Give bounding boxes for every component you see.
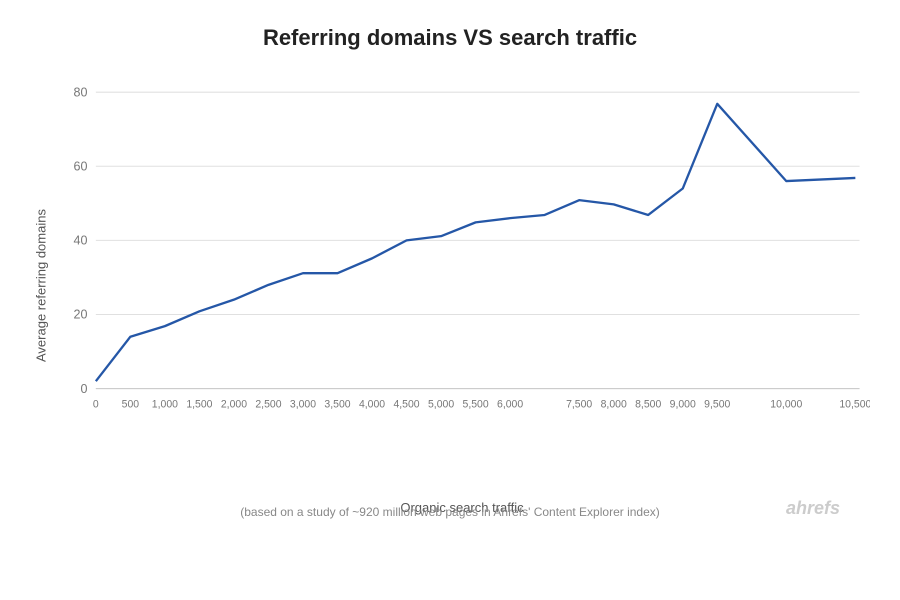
svg-text:500: 500: [122, 399, 140, 411]
footer: (based on a study of ~920 million web pa…: [30, 505, 870, 519]
svg-text:10,500: 10,500: [839, 399, 870, 411]
svg-text:8,000: 8,000: [601, 399, 627, 411]
svg-text:2,500: 2,500: [255, 399, 281, 411]
svg-text:6,000: 6,000: [497, 399, 523, 411]
svg-text:1,500: 1,500: [186, 399, 212, 411]
svg-text:4,000: 4,000: [359, 399, 385, 411]
svg-text:5,000: 5,000: [428, 399, 454, 411]
svg-text:10,000: 10,000: [770, 399, 802, 411]
chart-and-xaxis: 0 20 40 60 80 0 500 1,000 1,500 2,000 2,…: [54, 71, 870, 501]
page-container: Referring domains VS search traffic Aver…: [0, 0, 900, 600]
svg-text:3,000: 3,000: [290, 399, 316, 411]
svg-text:3,500: 3,500: [324, 399, 350, 411]
svg-text:20: 20: [74, 308, 88, 322]
svg-text:0: 0: [81, 382, 88, 396]
y-axis-label: Average referring domains: [30, 71, 52, 501]
chart-wrap: Average referring domains 0 20 40 60 80: [30, 71, 870, 501]
svg-container: 0 20 40 60 80 0 500 1,000 1,500 2,000 2,…: [54, 71, 870, 494]
svg-text:9,500: 9,500: [704, 399, 730, 411]
chart-line: [96, 104, 856, 381]
svg-text:4,500: 4,500: [393, 399, 419, 411]
svg-text:9,000: 9,000: [670, 399, 696, 411]
brand-logo: ahrefs: [786, 498, 840, 519]
svg-text:2,000: 2,000: [221, 399, 247, 411]
svg-text:60: 60: [74, 159, 88, 173]
svg-text:40: 40: [74, 234, 88, 248]
svg-text:5,500: 5,500: [463, 399, 489, 411]
chart-title: Referring domains VS search traffic: [30, 25, 870, 51]
svg-text:7,500: 7,500: [566, 399, 592, 411]
svg-text:0: 0: [93, 399, 99, 411]
footer-text: (based on a study of ~920 million web pa…: [240, 505, 660, 519]
svg-text:8,500: 8,500: [635, 399, 661, 411]
svg-text:1,000: 1,000: [152, 399, 178, 411]
chart-svg: 0 20 40 60 80 0 500 1,000 1,500 2,000 2,…: [54, 71, 870, 494]
svg-text:80: 80: [74, 85, 88, 99]
